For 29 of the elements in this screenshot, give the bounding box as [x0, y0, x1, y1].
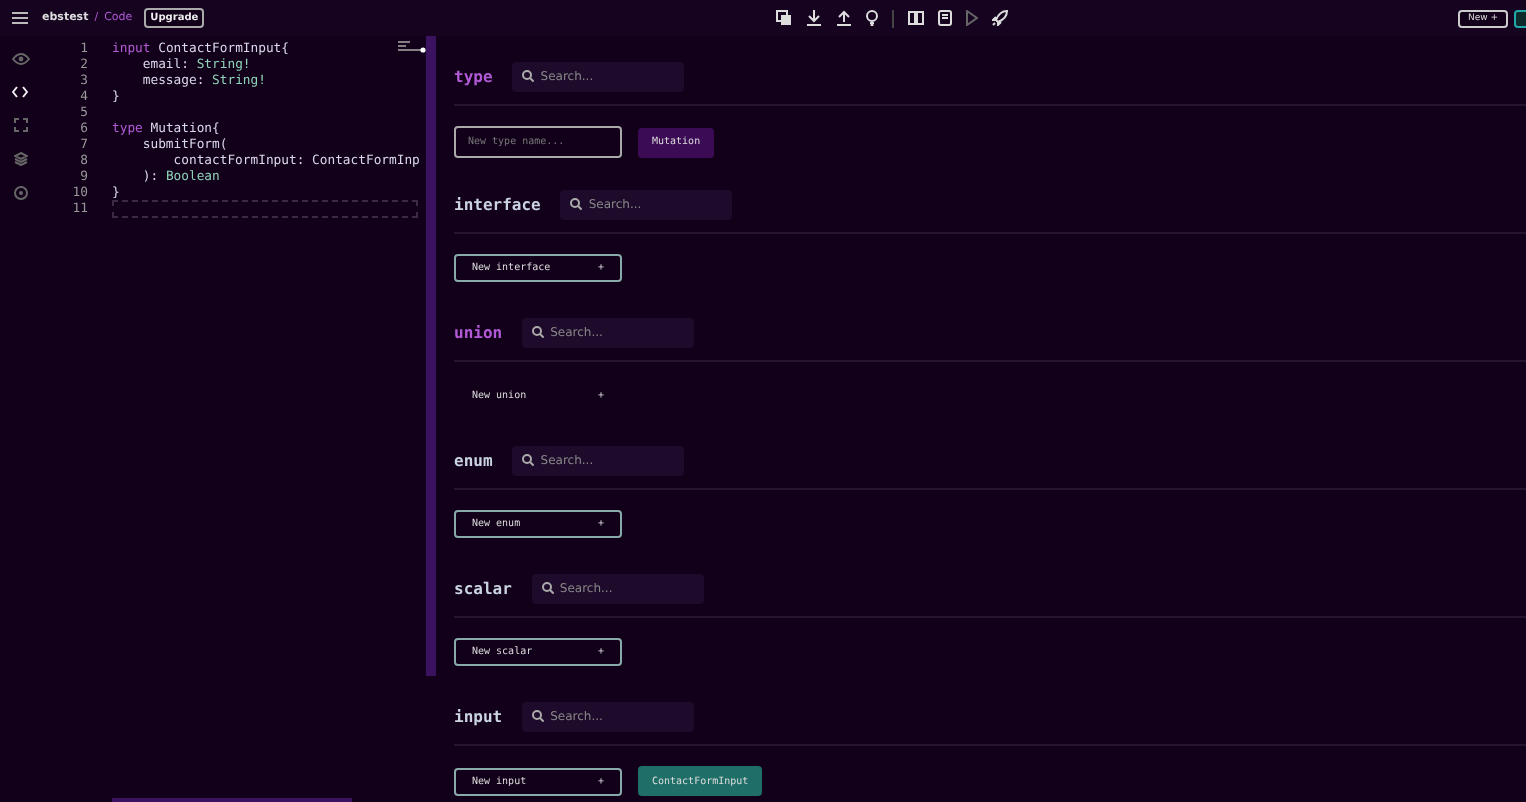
rocket-icon[interactable] [992, 10, 1009, 26]
search-icon [541, 582, 554, 594]
copy-icon[interactable] [776, 10, 793, 26]
upload-icon[interactable] [836, 10, 853, 26]
section-title: scalar [454, 579, 512, 597]
circle-icon[interactable] [13, 186, 27, 200]
minimap-icon[interactable] [398, 40, 426, 56]
download-icon[interactable] [806, 10, 823, 26]
section-title: enum [454, 451, 493, 469]
lightbulb-icon[interactable] [866, 10, 879, 26]
save-icon[interactable] [938, 10, 953, 26]
search-icon [522, 454, 535, 466]
layers-icon[interactable] [13, 152, 27, 166]
section-title: union [454, 323, 503, 341]
code-icon[interactable] [12, 86, 28, 98]
eye-icon[interactable] [11, 52, 29, 66]
search-icon [522, 70, 535, 82]
section-title: type [454, 67, 493, 85]
vertical-scrollbar[interactable] [426, 36, 436, 676]
search-icon [570, 198, 583, 210]
horizontal-scrollbar[interactable] [112, 798, 352, 802]
book-icon[interactable] [908, 10, 925, 26]
section-title: input [454, 707, 503, 725]
search-icon [532, 710, 545, 722]
play-icon[interactable] [966, 10, 979, 26]
search-icon [532, 326, 545, 338]
section-title: interface [454, 195, 541, 213]
menu-icon[interactable] [12, 12, 28, 24]
expand-icon[interactable] [13, 118, 27, 132]
